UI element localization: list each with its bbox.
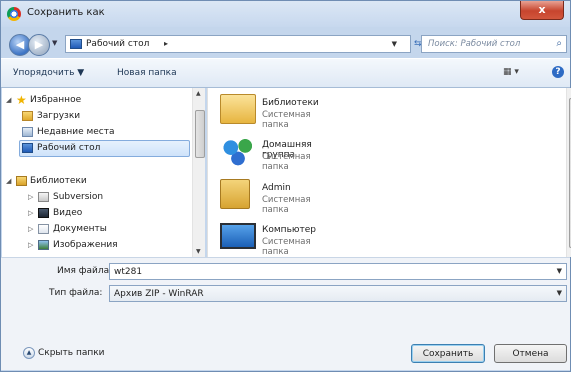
help-icon[interactable]: ? — [552, 66, 564, 78]
filetype-label: Тип файла: — [49, 288, 103, 298]
nav-scroll-thumb[interactable] — [195, 110, 205, 158]
file-type: Системная папка — [262, 152, 311, 172]
nav-label-downloads: Загрузки — [37, 111, 81, 121]
breadcrumb-chevron[interactable]: ▸ — [164, 39, 168, 48]
address-dropdown[interactable]: ▼ — [392, 40, 397, 48]
desktop-icon — [70, 39, 82, 49]
title-bar: Сохранить как x — [1, 1, 570, 27]
nav-label-documents: Документы — [53, 224, 107, 234]
chrome-icon — [7, 7, 21, 21]
new-folder-button[interactable]: Новая папка — [117, 68, 177, 78]
collapsed-chevron-icon[interactable]: ▷ — [28, 205, 33, 221]
organize-button[interactable]: Упорядочить ▼ — [13, 68, 84, 78]
user-folder-icon — [220, 179, 250, 209]
collapsed-chevron-icon[interactable]: ▷ — [28, 237, 33, 253]
command-bar: Упорядочить ▼ Новая папка ▦ ▾ ? — [1, 58, 570, 88]
libraries-folder-icon — [220, 94, 256, 124]
search-placeholder: Поиск: Рабочий стол — [428, 39, 521, 49]
cancel-button[interactable]: Отмена — [494, 344, 567, 363]
filename-value[interactable]: wt281 — [114, 267, 142, 277]
nav-label-subversion: Subversion — [53, 192, 104, 202]
address-bar[interactable]: Рабочий стол ▸ ▼ — [65, 35, 411, 53]
view-options-icon[interactable]: ▦ ▾ — [503, 67, 519, 77]
recent-locations-dropdown[interactable]: ▼ — [52, 39, 57, 47]
library-icon — [38, 192, 49, 202]
filetype-value: Архив ZIP - WinRAR — [114, 289, 204, 299]
navigation-pane: ◢ ★ Избранное Загрузки Недавние места Ра… — [2, 88, 205, 257]
file-type: Системная папка — [262, 110, 311, 130]
nav-label-desktop: Рабочий стол — [37, 143, 101, 153]
search-icon[interactable]: ⌕ — [556, 38, 562, 49]
filename-label: Имя файла: — [57, 266, 113, 276]
address-location[interactable]: Рабочий стол — [86, 39, 149, 49]
hide-folders-label: Скрыть папки — [38, 348, 105, 358]
expand-icon[interactable]: ◢ — [6, 92, 11, 108]
images-library-icon — [38, 240, 49, 250]
filename-field[interactable]: wt281 ▼ — [109, 263, 567, 280]
collapse-icon: ▲ — [23, 347, 35, 359]
nav-label-libraries: Библиотеки — [30, 176, 87, 186]
star-icon: ★ — [16, 93, 27, 107]
file-list-scrollbar[interactable] — [566, 88, 571, 257]
computer-icon — [220, 223, 256, 249]
documents-library-icon — [38, 224, 49, 234]
file-list: Библиотеки Системная папка Домашняя груп… — [207, 88, 571, 257]
close-button[interactable]: x — [520, 1, 564, 20]
collapsed-chevron-icon[interactable]: ▷ — [28, 221, 33, 237]
window-title: Сохранить как — [27, 7, 105, 18]
back-arrow-icon: ◀ — [15, 38, 25, 51]
homegroup-icon — [220, 134, 256, 168]
filetype-dropdown-icon[interactable]: ▼ — [557, 289, 562, 297]
address-row: ◀ ▶ ▼ Рабочий стол ▸ ▼ ⇆ Поиск: Рабочий … — [1, 28, 570, 58]
file-type: Системная папка — [262, 195, 311, 215]
nav-label-favorites: Избранное — [30, 95, 82, 105]
collapsed-chevron-icon[interactable]: ▷ — [28, 189, 33, 205]
nav-label-images: Изображения — [53, 240, 118, 250]
expand-icon[interactable]: ◢ — [6, 173, 11, 189]
save-as-dialog: Сохранить как x ◀ ▶ ▼ Рабочий стол ▸ ▼ ⇆… — [0, 0, 571, 372]
file-name: Библиотеки — [262, 98, 319, 108]
video-library-icon — [38, 208, 49, 218]
downloads-folder-icon — [22, 111, 33, 121]
scroll-down-icon[interactable]: ▼ — [196, 248, 201, 255]
desktop-icon — [22, 143, 33, 153]
file-name: Компьютер — [262, 225, 316, 235]
save-options-panel: Имя файла: wt281 ▼ Тип файла: Архив ZIP … — [1, 257, 570, 370]
nav-scrollbar[interactable]: ▲ ▼ — [192, 88, 205, 257]
save-button[interactable]: Сохранить — [411, 344, 485, 363]
nav-label-recent: Недавние места — [37, 127, 115, 137]
libraries-icon — [16, 176, 27, 186]
forward-arrow-icon: ▶ — [34, 38, 44, 51]
scroll-up-icon[interactable]: ▲ — [196, 90, 201, 97]
file-type: Системная папка — [262, 237, 311, 257]
search-input[interactable]: Поиск: Рабочий стол ⌕ — [421, 35, 567, 53]
forward-button[interactable]: ▶ — [28, 34, 50, 56]
nav-label-video: Видео — [53, 208, 83, 218]
file-name: Admin — [262, 183, 291, 193]
filetype-select[interactable]: Архив ZIP - WinRAR ▼ — [109, 285, 567, 302]
filename-dropdown-icon[interactable]: ▼ — [557, 267, 562, 275]
recent-places-icon — [22, 127, 33, 137]
